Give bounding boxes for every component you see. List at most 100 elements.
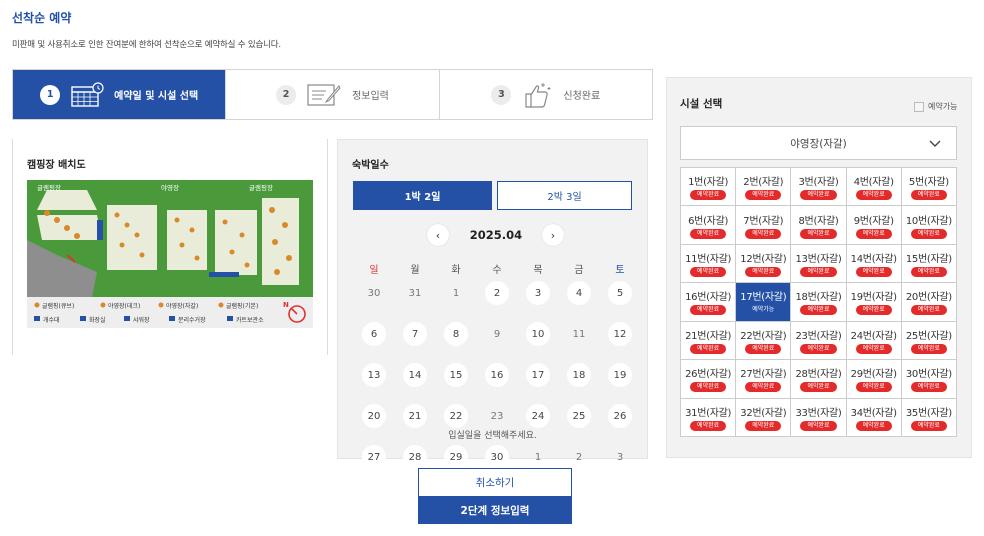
site-cell[interactable]: 20번(자갈) 예약완료 [901,283,957,322]
chevron-down-icon [928,136,942,153]
site-cell[interactable]: 22번(자갈) 예약완료 [736,321,792,361]
site-cell[interactable]: 5번(자갈) 예약완료 [901,168,957,207]
nights-option-1[interactable]: 1박 2일 [353,181,492,210]
map-legend-item: 야영장(자갈) [166,303,199,310]
calendar-day-available[interactable]: 2 [485,281,509,305]
next-month-button[interactable]: › [542,224,564,246]
calendar-day-available[interactable]: 29 [444,445,468,469]
calendar-day-available[interactable]: 24 [526,404,550,428]
calendar-day-available[interactable]: 20 [362,404,386,428]
site-cell[interactable]: 13번(자갈) 예약완료 [791,244,847,284]
site-cell[interactable]: 35번(자갈) 예약완료 [901,398,957,437]
next-step-button[interactable]: 2단계 정보입력 [418,496,572,524]
site-cell[interactable]: 19번(자갈) 예약완료 [846,283,902,322]
site-cell[interactable]: 16번(자갈) 예약완료 [681,283,737,322]
site-cell[interactable]: 25번(자갈) 예약완료 [901,321,957,361]
calendar-day-available[interactable]: 15 [444,363,468,387]
calendar-day-available[interactable]: 19 [608,363,632,387]
site-cell[interactable]: 26번(자갈) 예약완료 [681,360,737,399]
site-cell[interactable]: 33번(자갈) 예약완료 [791,398,847,437]
site-status-badge: 예약완료 [910,343,947,354]
site-status-badge: 예약완료 [910,190,947,201]
weekday-label: 화 [451,265,461,276]
site-status-badge: 예약완료 [690,343,727,354]
map-label: 글램핑장 [37,184,61,192]
calendar-day-available[interactable]: 25 [567,404,591,428]
calendar-day-available[interactable]: 16 [485,363,509,387]
calendar-day-available[interactable]: 22 [444,404,468,428]
site-cell[interactable]: 32번(자갈) 예약완료 [736,398,792,437]
site-cell[interactable]: 30번(자갈) 예약완료 [901,360,957,399]
facility-type-select[interactable]: 야영장(자갈) [680,126,957,160]
calendar-day: 23 [490,410,504,422]
site-status-badge: 예약완료 [800,305,837,316]
map-label: 글램핑장 [249,184,273,192]
calendar-day-available[interactable]: 21 [403,404,427,428]
site-cell[interactable]: 2번(자갈) 예약완료 [736,168,792,207]
site-cell[interactable]: 12번(자갈) 예약완료 [736,244,792,284]
calendar-day-available[interactable]: 17 [526,363,550,387]
site-status-badge: 예약완료 [855,420,892,431]
calendar-day-available[interactable]: 26 [608,404,632,428]
calendar-day-available[interactable]: 30 [485,445,509,469]
cancel-button[interactable]: 취소하기 [418,468,572,496]
site-cell[interactable]: 34번(자갈) 예약완료 [846,398,902,437]
site-cell[interactable]: 18번(자갈) 예약완료 [791,283,847,322]
map-legend-item: 야영장(데크) [108,303,141,310]
site-cell[interactable]: 28번(자갈) 예약완료 [791,360,847,399]
site-cell[interactable]: 8번(자갈) 예약완료 [791,206,847,245]
calendar-day-available[interactable]: 7 [403,322,427,346]
site-cell[interactable]: 4번(자갈) 예약완료 [846,168,902,207]
calendar-day: 30 [367,287,381,299]
calendar-day-available[interactable]: 3 [526,281,550,305]
site-status-badge: 예약완료 [855,382,892,393]
current-month: 2025.04 [469,228,523,242]
site-name: 25번(자갈) [905,330,952,342]
site-cell[interactable]: 23번(자갈) 예약완료 [791,321,847,361]
calendar-day-available[interactable]: 4 [567,281,591,305]
site-cell[interactable]: 11번(자갈) 예약완료 [681,244,737,284]
site-status-badge: 예약완료 [745,420,782,431]
calendar-day-available[interactable]: 13 [362,363,386,387]
site-cell[interactable]: 15번(자갈) 예약완료 [901,244,957,284]
site-cell[interactable]: 21번(자갈) 예약완료 [681,321,737,361]
site-cell[interactable]: 3번(자갈) 예약완료 [791,168,847,207]
site-cell[interactable]: 27번(자갈) 예약완료 [736,360,792,399]
site-cell[interactable]: 29번(자갈) 예약완료 [846,360,902,399]
site-cell[interactable]: 7번(자갈) 예약완료 [736,206,792,245]
site-name: 6번(자갈) [688,215,729,227]
step-number: 2 [276,84,297,105]
calendar-day-available[interactable]: 5 [608,281,632,305]
calendar-day-available[interactable]: 14 [403,363,427,387]
site-cell[interactable]: 6번(자갈) 예약완료 [681,206,737,245]
step-3: 3 신청완료 [440,70,652,119]
site-status-badge: 예약완료 [690,305,727,316]
site-status-badge: 예약완료 [800,420,837,431]
site-status-badge: 예약완료 [855,190,892,201]
site-name: 13번(자갈) [795,254,842,266]
site-cell[interactable]: 9번(자갈) 예약완료 [846,206,902,245]
site-name: 16번(자갈) [685,292,732,304]
site-cell[interactable]: 10번(자갈) 예약완료 [901,206,957,245]
calendar-day-available[interactable]: 8 [444,322,468,346]
site-cell[interactable]: 24번(자갈) 예약완료 [846,321,902,361]
site-status-badge: 예약가능 [752,306,775,314]
calendar-day-available[interactable]: 28 [403,445,427,469]
calendar-day-available[interactable]: 10 [526,322,550,346]
site-cell[interactable]: 14번(자갈) 예약완료 [846,244,902,284]
site-cell[interactable]: 1번(자갈) 예약완료 [681,168,737,207]
prev-month-button[interactable]: ‹ [427,224,449,246]
calendar-day-available[interactable]: 27 [362,445,386,469]
calendar-day-available[interactable]: 18 [567,363,591,387]
site-cell[interactable]: 17번(자갈) 예약가능 [736,283,792,322]
calendar-day-available[interactable]: 12 [608,322,632,346]
facility-title: 시설 선택 [680,98,723,110]
site-status-badge: 예약완료 [800,382,837,393]
site-cell[interactable]: 31번(자갈) 예약완료 [681,398,737,437]
map-legend-item: 화장실 [89,317,106,324]
thumbs-up-icon [521,81,553,109]
site-name: 12번(자갈) [740,254,787,266]
calendar-day-available[interactable]: 6 [362,322,386,346]
calendar-hint: 입실일을 선택해주세요. [448,431,537,441]
nights-option-2[interactable]: 2박 3일 [497,181,632,210]
